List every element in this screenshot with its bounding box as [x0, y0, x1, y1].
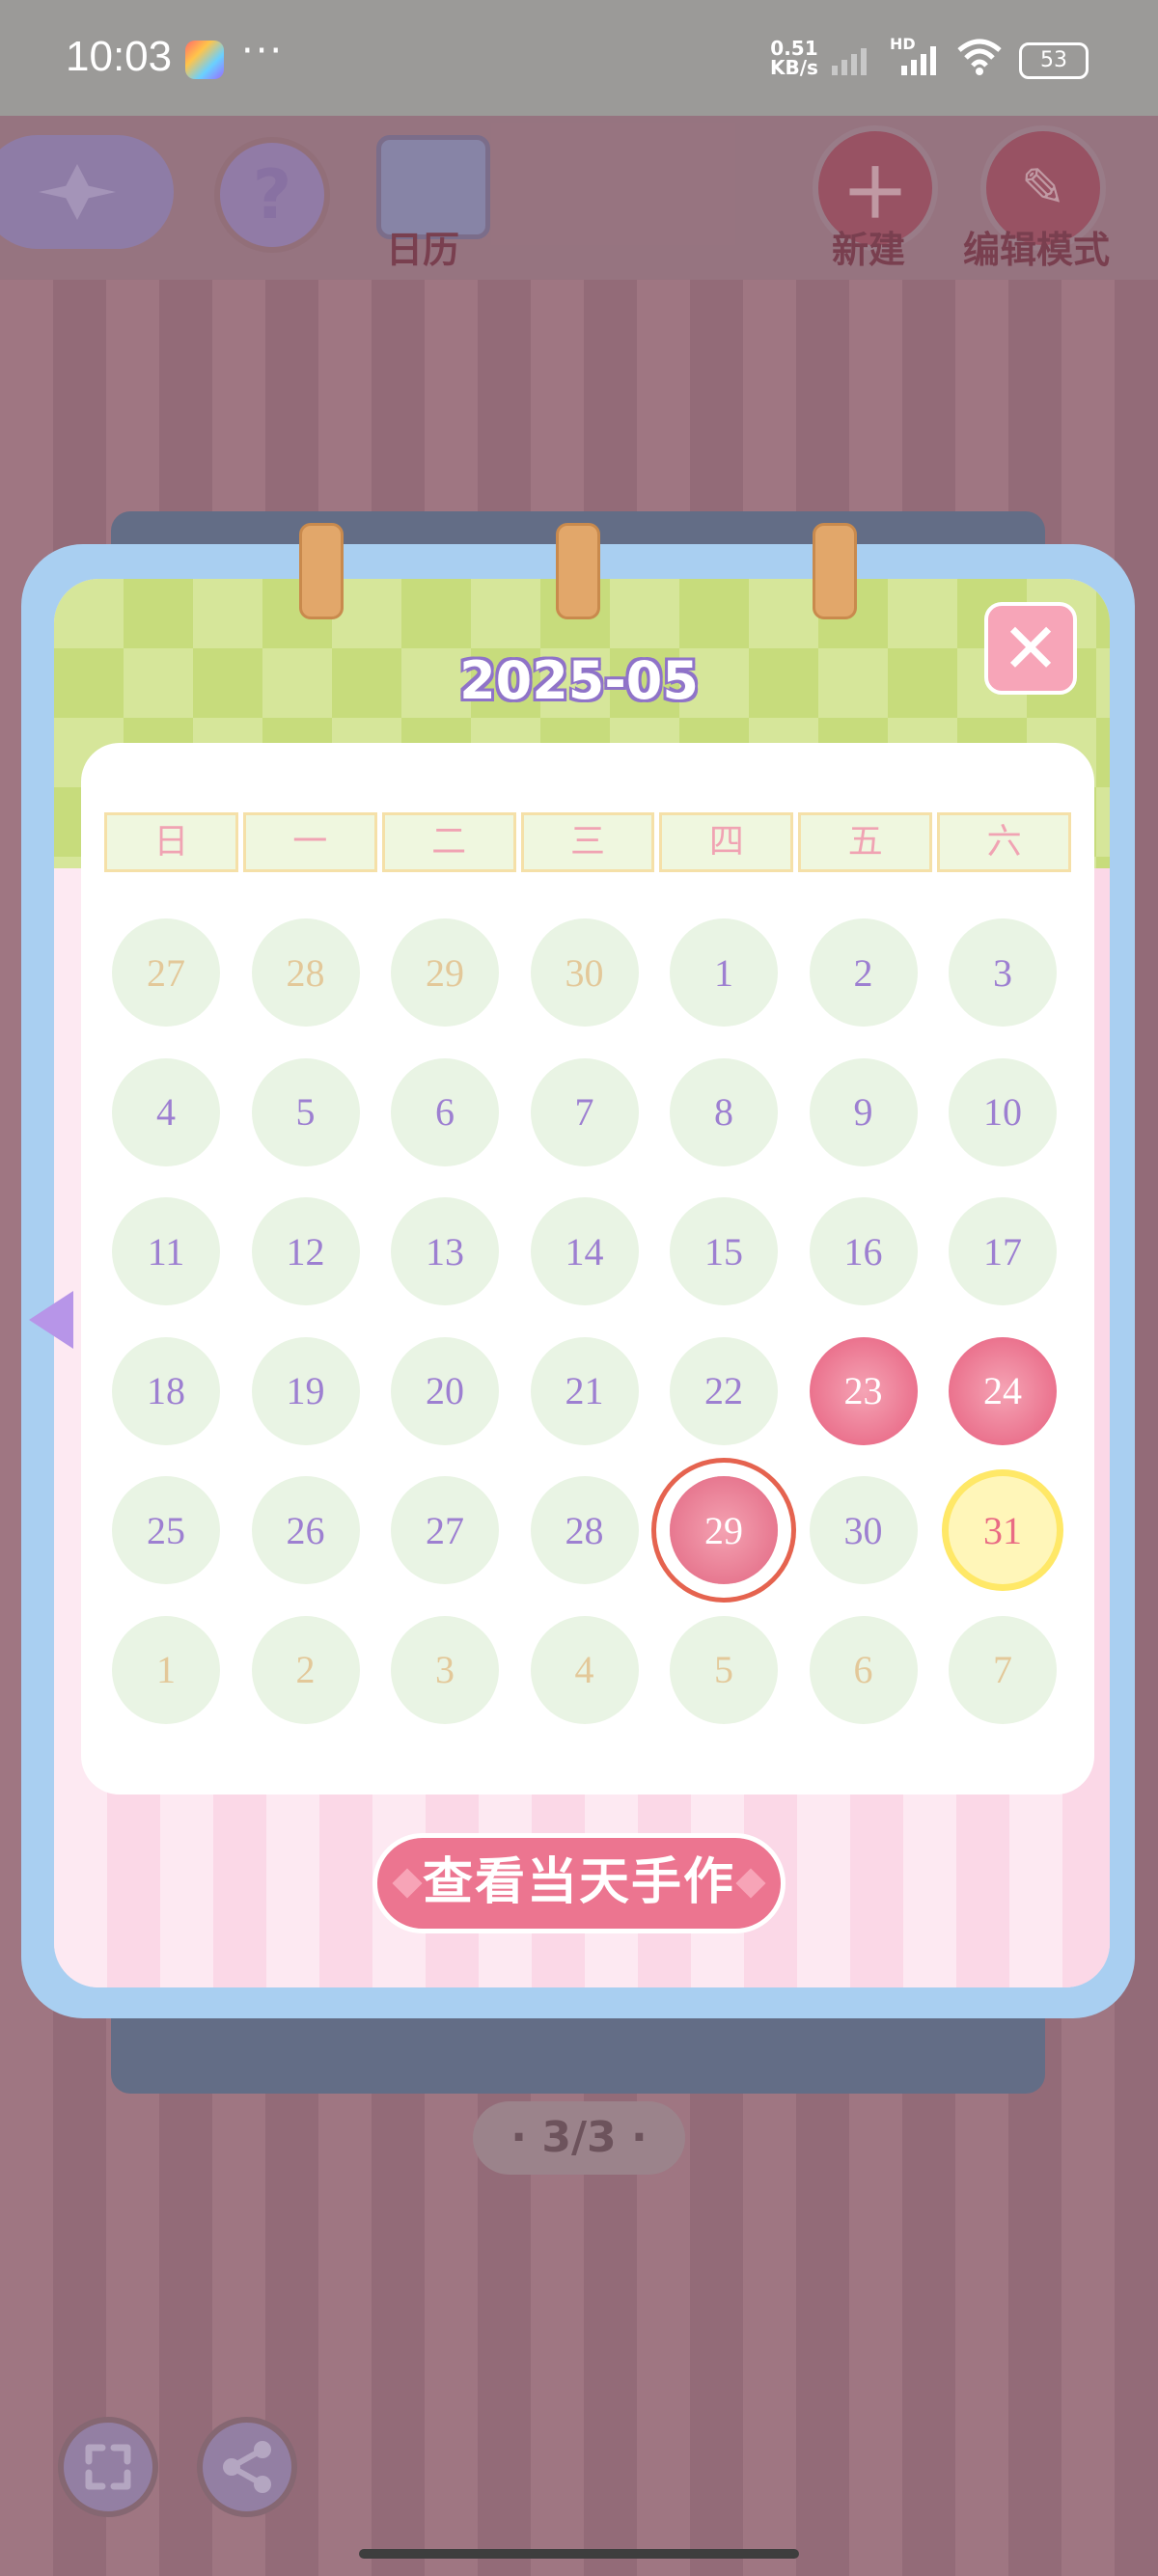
- calendar-day[interactable]: 16: [809, 1197, 918, 1305]
- binder-ring-3: [813, 523, 857, 619]
- view-day-crafts-button[interactable]: 查看当天手作: [372, 1833, 786, 1933]
- wifi-icon: [957, 39, 1002, 75]
- calendar-day[interactable]: 12: [251, 1197, 360, 1305]
- weekday-thu: 四: [659, 812, 794, 872]
- calendar-day[interactable]: 11: [112, 1197, 220, 1305]
- calendar-day[interactable]: 9: [809, 1057, 918, 1166]
- month-title: 2025-05: [459, 650, 699, 711]
- calendar-day[interactable]: 8: [670, 1057, 778, 1166]
- calendar-day[interactable]: 22: [670, 1336, 778, 1445]
- calendar-day[interactable]: 17: [949, 1197, 1057, 1305]
- calendar-day[interactable]: 6: [391, 1057, 499, 1166]
- calendar-day-other[interactable]: 29: [391, 918, 499, 1027]
- calendar-day[interactable]: 5: [251, 1057, 360, 1166]
- calendar-day[interactable]: 13: [391, 1197, 499, 1305]
- calendar-day[interactable]: 20: [391, 1336, 499, 1445]
- close-button[interactable]: ✕: [984, 602, 1077, 695]
- calendar-day[interactable]: 27: [391, 1476, 499, 1584]
- calendar-day-marked[interactable]: 24: [949, 1336, 1057, 1445]
- binder-ring-1: [299, 523, 344, 619]
- game-app-icon: [185, 41, 224, 79]
- prev-month-arrow-icon[interactable]: [29, 1291, 73, 1349]
- calendar-day-other[interactable]: 7: [949, 1615, 1057, 1724]
- weekday-fri: 五: [798, 812, 933, 872]
- close-icon: ✕: [1001, 608, 1061, 689]
- calendar-day[interactable]: 26: [251, 1476, 360, 1584]
- diamond-decor-icon: [735, 1868, 766, 1899]
- calendar-day[interactable]: 4: [112, 1057, 220, 1166]
- network-speed: 0.51 KB/s: [770, 39, 818, 77]
- calendar-day[interactable]: 10: [949, 1057, 1057, 1166]
- calendar-day-other[interactable]: 4: [530, 1615, 639, 1724]
- calendar-day[interactable]: 18: [112, 1336, 220, 1445]
- weekday-header-row: 日 一 二 三 四 五 六: [104, 812, 1072, 876]
- home-indicator[interactable]: [359, 2549, 799, 2559]
- calendar-day-selected[interactable]: 31: [949, 1476, 1057, 1584]
- weekday-sun: 日: [104, 812, 238, 872]
- calendar-day-other[interactable]: 3: [391, 1615, 499, 1724]
- calendar-day[interactable]: 15: [670, 1197, 778, 1305]
- calendar-day[interactable]: 7: [530, 1057, 639, 1166]
- calendar-day[interactable]: 19: [251, 1336, 360, 1445]
- calendar-day[interactable]: 2: [809, 918, 918, 1027]
- calendar-day[interactable]: 28: [530, 1476, 639, 1584]
- weekday-sat: 六: [937, 812, 1072, 872]
- calendar-day-today[interactable]: 29: [670, 1476, 778, 1584]
- calendar-day[interactable]: 14: [530, 1197, 639, 1305]
- calendar-day[interactable]: 25: [112, 1476, 220, 1584]
- calendar-day[interactable]: 21: [530, 1336, 639, 1445]
- calendar-day-marked[interactable]: 23: [809, 1336, 918, 1445]
- binder-ring-2: [556, 523, 600, 619]
- view-day-crafts-label: 查看当天手作: [422, 1853, 735, 1911]
- cellular-signal-icon-1: [832, 48, 867, 75]
- weekday-wed: 三: [520, 812, 655, 872]
- diamond-decor-icon: [392, 1868, 423, 1899]
- cellular-signal-icon-2: [901, 46, 936, 75]
- calendar-day[interactable]: 30: [809, 1476, 918, 1584]
- calendar-day-other[interactable]: 2: [251, 1615, 360, 1724]
- calendar-day[interactable]: 3: [949, 918, 1057, 1027]
- calendar-day-other[interactable]: 1: [112, 1615, 220, 1724]
- calendar-day-other[interactable]: 27: [112, 918, 220, 1027]
- weekday-mon: 一: [242, 812, 377, 872]
- calendar-day-other[interactable]: 6: [809, 1615, 918, 1724]
- network-speed-unit: KB/s: [770, 56, 818, 79]
- calendar-day[interactable]: 1: [670, 918, 778, 1027]
- clock: 10:03: [66, 33, 173, 80]
- status-bar: 10:03 ··· 0.51 KB/s HD 53: [0, 0, 1158, 116]
- more-notifications-icon: ···: [241, 29, 285, 73]
- calendar-day-other[interactable]: 5: [670, 1615, 778, 1724]
- calendar-day-other[interactable]: 28: [251, 918, 360, 1027]
- battery-indicator: 53: [1019, 42, 1089, 79]
- network-speed-value: 0.51: [770, 37, 818, 60]
- calendar-day-other[interactable]: 30: [530, 918, 639, 1027]
- weekday-tue: 二: [381, 812, 516, 872]
